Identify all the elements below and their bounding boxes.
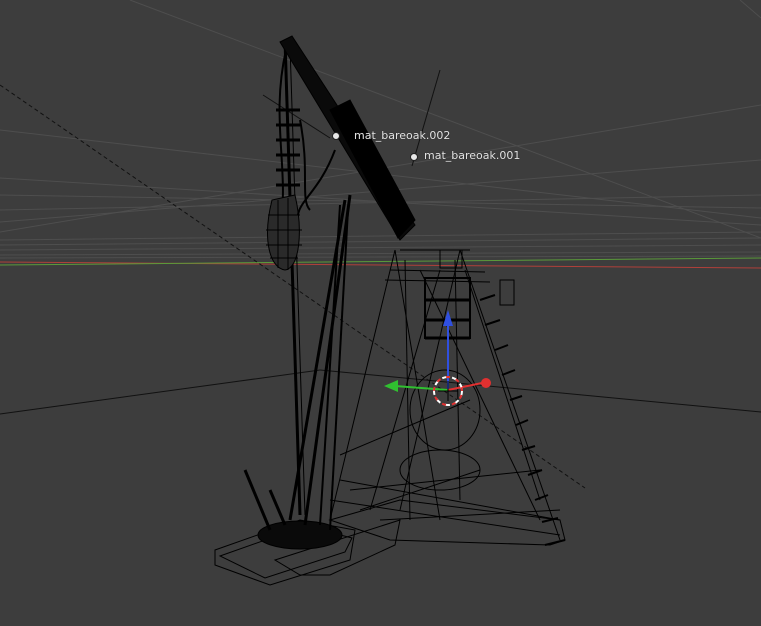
gizmo-y-arrow[interactable]: [384, 380, 398, 392]
trebuchet-wireframe[interactable]: [214, 35, 566, 586]
axis-y-line: [0, 257, 761, 266]
wireframe-scene[interactable]: [0, 0, 761, 626]
axis-x-line: [0, 261, 761, 269]
transform-gizmo[interactable]: [384, 310, 491, 406]
3d-cursor-icon[interactable]: [433, 376, 463, 406]
object-origin-dot[interactable]: [332, 132, 340, 140]
gizmo-x-handle[interactable]: [481, 378, 491, 388]
object-label-bareoak-002: mat_bareoak.002: [354, 129, 451, 142]
3d-viewport[interactable]: mat_bareoak.002 mat_bareoak.001: [0, 0, 761, 626]
object-label-bareoak-001: mat_bareoak.001: [424, 149, 521, 162]
object-origin-dot[interactable]: [410, 153, 418, 161]
ground-edges: [0, 369, 761, 415]
